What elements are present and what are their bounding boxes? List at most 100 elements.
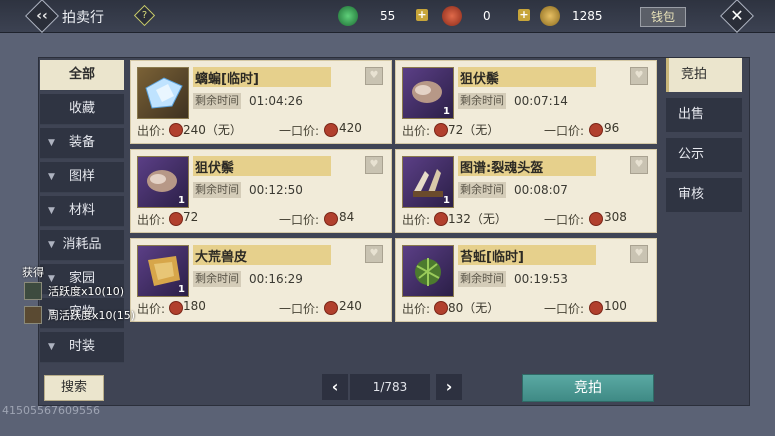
chevron-down-icon: ▼ — [48, 342, 55, 352]
chevron-down-icon: ▼ — [48, 206, 55, 216]
item-card[interactable]: 苔蚯[临时] ♥ 剩余时间 00:19:53 出价: 80（无） 一口价: 10… — [395, 238, 657, 322]
nav-item-materials[interactable]: ▼ 材料 — [40, 196, 124, 227]
coin-icon — [589, 212, 603, 226]
gold-currency-value: 1285 — [572, 9, 603, 23]
bid-price: 180 — [183, 299, 206, 313]
gold-currency-icon — [540, 6, 560, 26]
item-card[interactable]: 1 狙伏鬃 ♥ 剩余时间 00:07:14 出价: 72（无） 一口价: 96 — [395, 60, 657, 144]
prev-page-button[interactable]: ‹ — [322, 374, 348, 400]
item-card[interactable]: 1 图谱:裂魂头盔 ♥ 剩余时间 00:08:07 出价: 132（无） 一口价… — [395, 149, 657, 233]
coin-icon — [434, 301, 448, 315]
bid-label: 出价: — [402, 213, 431, 227]
time-remaining: 00:08:07 — [514, 183, 568, 197]
nav-item-favorites[interactable]: 收藏 — [40, 94, 124, 125]
coin-icon — [589, 301, 603, 315]
item-name: 狙伏鬃 — [460, 72, 500, 87]
bid-price: 72（无） — [448, 123, 500, 137]
chevron-left-icon: ‹ — [331, 377, 339, 396]
bid-label: 出价: — [137, 302, 166, 316]
red-currency-value: 0 — [483, 9, 491, 23]
time-label: 剩余时间 — [193, 271, 241, 287]
nav-item-all[interactable]: 全部 — [40, 60, 124, 91]
bid-price: 132（无） — [448, 212, 507, 226]
chevron-down-icon: ▼ — [48, 138, 55, 148]
item-thumbnail: 1 — [137, 156, 189, 208]
favorite-heart-icon[interactable]: ♥ — [365, 245, 383, 263]
add-red-button[interactable]: + — [518, 9, 530, 21]
back-arrow-icon: ‹‹ — [36, 8, 48, 24]
close-icon: ✕ — [730, 6, 744, 25]
tab-sell[interactable]: 出售 — [666, 98, 742, 132]
coin-icon — [169, 123, 183, 137]
coin-icon — [324, 212, 338, 226]
buyout-label: 一口价: — [279, 213, 320, 227]
favorite-heart-icon[interactable]: ♥ — [365, 67, 383, 85]
search-button[interactable]: 搜索 — [44, 375, 104, 401]
favorite-heart-icon[interactable]: ♥ — [365, 156, 383, 174]
nav-item-equipment[interactable]: ▼ 装备 — [40, 128, 124, 159]
crystal-wing-icon — [145, 77, 183, 109]
buyout-label: 一口价: — [544, 302, 585, 316]
buyout-label: 一口价: — [544, 213, 585, 227]
weekly-activity-icon — [24, 306, 42, 324]
tab-announce[interactable]: 公示 — [666, 138, 742, 172]
favorite-heart-icon[interactable]: ♥ — [630, 67, 648, 85]
nav-item-patterns[interactable]: ▼ 图样 — [40, 162, 124, 193]
time-label: 剩余时间 — [458, 271, 506, 287]
page-indicator: 1/783 — [350, 374, 430, 400]
item-name: 螭蝙[临时] — [195, 72, 259, 87]
buyout-label: 一口价: — [544, 124, 585, 138]
bid-button[interactable]: 竞拍 — [522, 374, 654, 402]
next-page-button[interactable]: › — [436, 374, 462, 400]
time-remaining: 00:19:53 — [514, 272, 568, 286]
chevron-down-icon: ▼ — [48, 240, 55, 250]
bid-price: 240（无） — [183, 123, 242, 137]
bid-label: 出价: — [137, 124, 166, 138]
favorite-heart-icon[interactable]: ♥ — [630, 156, 648, 174]
item-thumbnail: 1 — [402, 67, 454, 119]
tab-review[interactable]: 审核 — [666, 178, 742, 212]
bid-price: 72 — [183, 210, 199, 224]
buyout-price: 100 — [604, 299, 627, 313]
add-jade-button[interactable]: + — [416, 9, 428, 21]
activity-icon — [24, 282, 42, 300]
item-thumbnail: 1 — [402, 156, 454, 208]
jade-currency-icon — [338, 6, 358, 26]
reward-item: 活跃度x10(10) — [22, 281, 140, 301]
item-name: 苔蚯[临时] — [460, 250, 524, 265]
nav-item-fashion[interactable]: ▼ 时装 — [40, 332, 124, 363]
time-label: 剩余时间 — [193, 182, 241, 198]
time-label: 剩余时间 — [193, 93, 241, 109]
chevron-right-icon: › — [445, 377, 453, 396]
jade-currency-value: 55 — [380, 9, 396, 23]
nav-item-consumables[interactable]: ▼ 消耗品 — [40, 230, 124, 261]
coin-icon — [589, 123, 603, 137]
buyout-price: 240 — [339, 299, 362, 313]
red-currency-icon — [442, 6, 462, 26]
favorite-heart-icon[interactable]: ♥ — [630, 245, 648, 263]
bid-price: 80（无） — [448, 301, 500, 315]
time-remaining: 01:04:26 — [249, 94, 303, 108]
reward-item: 周活跃度x10(15) — [22, 305, 140, 325]
time-label: 剩余时间 — [458, 93, 506, 109]
wallet-button[interactable]: 钱包 — [640, 7, 686, 27]
reward-title: 获得 — [22, 266, 44, 279]
item-card[interactable]: 1 大荒兽皮 ♥ 剩余时间 00:16:29 出价: 180 一口价: 240 — [130, 238, 392, 322]
tab-bid[interactable]: 竞拍 — [666, 58, 742, 92]
item-card[interactable]: 螭蝙[临时] ♥ 剩余时间 01:04:26 出价: 240（无） 一口价: 4… — [130, 60, 392, 144]
buyout-label: 一口价: — [279, 302, 320, 316]
time-remaining: 00:12:50 — [249, 183, 303, 197]
bid-label: 出价: — [402, 302, 431, 316]
time-remaining: 00:16:29 — [249, 272, 303, 286]
time-remaining: 00:07:14 — [514, 94, 568, 108]
buyout-label: 一口价: — [279, 124, 320, 138]
item-name: 狙伏鬃 — [195, 161, 235, 176]
item-card[interactable]: 1 狙伏鬃 ♥ 剩余时间 00:12:50 出价: 72 一口价: 84 — [130, 149, 392, 233]
buyout-price: 84 — [339, 210, 355, 224]
chevron-down-icon: ▼ — [48, 172, 55, 182]
item-thumbnail: 1 — [137, 245, 189, 297]
coin-icon — [434, 123, 448, 137]
bid-label: 出价: — [137, 213, 166, 227]
buyout-price: 420 — [339, 121, 362, 135]
item-thumbnail — [137, 67, 189, 119]
